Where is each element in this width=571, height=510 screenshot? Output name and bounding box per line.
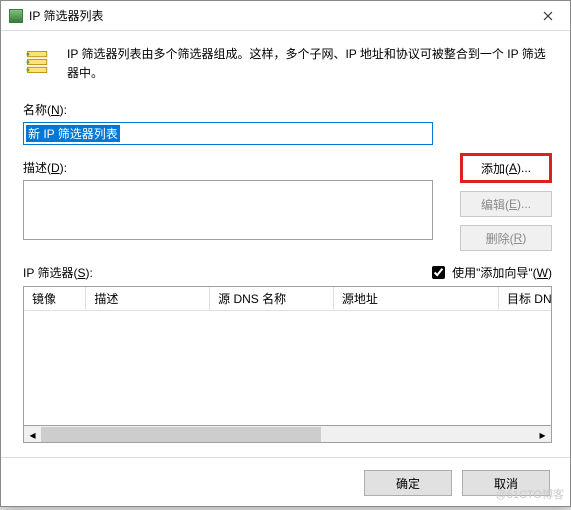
scroll-left-arrow[interactable]: ◂ (24, 426, 41, 443)
add-button[interactable]: 添加(A)... (460, 153, 552, 183)
col-source-address[interactable]: 源地址 (333, 287, 498, 311)
ip-filter-list-dialog: IP 筛选器列表 IP 筛选器列表由多个筛选器组成。这样，多个子网、IP 地址和… (0, 0, 571, 507)
use-add-wizard-checkbox[interactable]: 使用"添加向导"(W) (428, 263, 552, 282)
window-title: IP 筛选器列表 (29, 7, 103, 24)
col-mirror[interactable]: 镜像 (24, 287, 86, 311)
col-source-dns[interactable]: 源 DNS 名称 (210, 287, 334, 311)
close-icon (543, 11, 553, 21)
col-dest-dns[interactable]: 目标 DNS 名称 (498, 287, 552, 311)
scroll-right-arrow[interactable]: ▸ (534, 426, 551, 443)
ok-button[interactable]: 确定 (364, 470, 452, 496)
close-button[interactable] (526, 1, 570, 31)
name-input[interactable] (23, 122, 433, 145)
separator (1, 457, 570, 458)
description-textarea[interactable] (23, 180, 433, 240)
col-description[interactable]: 描述 (86, 287, 210, 311)
scroll-thumb[interactable] (41, 427, 321, 442)
intro-text: IP 筛选器列表由多个筛选器组成。这样，多个子网、IP 地址和协议可被整合到一个… (67, 45, 552, 83)
table-header-row: 镜像 描述 源 DNS 名称 源地址 目标 DNS 名称 (24, 287, 552, 311)
name-label: 名称(N): (23, 101, 552, 118)
edit-button: 编辑(E)... (460, 191, 552, 217)
remove-button: 删除(R) (460, 225, 552, 251)
titlebar: IP 筛选器列表 (1, 1, 570, 31)
ip-filters-label: IP 筛选器(S): (23, 264, 93, 281)
wizard-checkbox-input[interactable] (432, 266, 445, 279)
app-icon (9, 9, 23, 23)
horizontal-scrollbar[interactable]: ◂ ▸ (23, 426, 552, 443)
ip-filters-table[interactable]: 镜像 描述 源 DNS 名称 源地址 目标 DNS 名称 (23, 286, 552, 426)
filter-list-icon (23, 47, 53, 77)
cancel-button[interactable]: 取消 (462, 470, 550, 496)
description-label: 描述(D): (23, 159, 446, 176)
